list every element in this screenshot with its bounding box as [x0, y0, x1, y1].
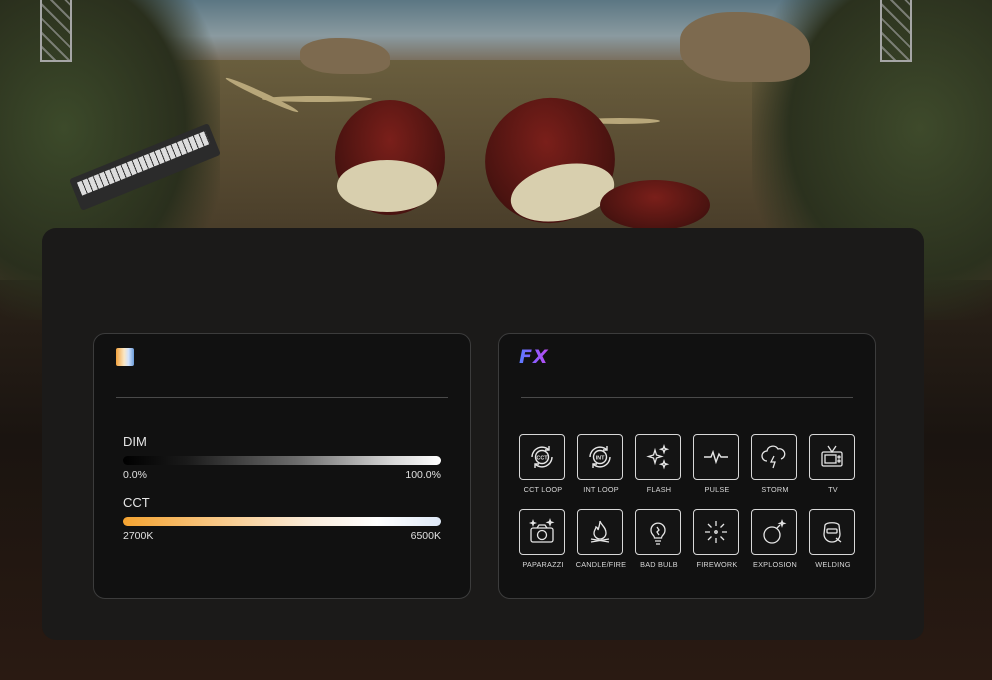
fx-bad-bulb-button[interactable]	[635, 509, 681, 555]
int-loop-icon: INT	[589, 446, 611, 468]
cct-max-value: 6500K	[410, 530, 441, 542]
fx-title: FX	[519, 346, 549, 368]
fx-paparazzi[interactable]: PAPARAZZI	[519, 509, 567, 569]
dim-slider[interactable]	[123, 456, 441, 465]
fx-card: FX CCT CCT LOOP INT INT LOOP FLASH PULSE…	[498, 333, 876, 599]
fx-firework-button[interactable]	[693, 509, 739, 555]
fx-int-loop-button[interactable]: INT	[577, 434, 623, 480]
fx-paparazzi-button[interactable]	[519, 509, 565, 555]
fx-divider	[521, 397, 853, 398]
welding-icon	[823, 522, 842, 543]
fx-storm-button[interactable]	[751, 434, 797, 480]
fire-icon	[590, 520, 610, 543]
fx-explosion[interactable]: EXPLOSION	[751, 509, 799, 569]
fx-pulse-button[interactable]	[693, 434, 739, 480]
storm-icon	[761, 445, 786, 469]
tv-icon	[821, 445, 843, 467]
pulse-icon	[704, 449, 728, 465]
cct-gradient-icon	[116, 348, 134, 366]
fx-pulse-label: PULSE	[704, 485, 730, 494]
fx-firework[interactable]: FIREWORK	[693, 509, 741, 569]
fx-tv-label: TV	[828, 485, 838, 494]
fx-welding-button[interactable]	[809, 509, 855, 555]
cct-divider	[116, 397, 448, 398]
fx-bad-bulb-label: BAD BULB	[640, 560, 678, 569]
fx-flash-button[interactable]	[635, 434, 681, 480]
fx-welding-label: WELDING	[815, 560, 851, 569]
fx-pulse[interactable]: PULSE	[693, 434, 741, 494]
fx-tv-button[interactable]	[809, 434, 855, 480]
fx-paparazzi-label: PAPARAZZI	[522, 560, 564, 569]
fx-cct-loop-button[interactable]: CCT	[519, 434, 565, 480]
fx-storm-label: STORM	[761, 485, 789, 494]
cct-label: CCT	[123, 495, 150, 510]
fx-storm[interactable]: STORM	[751, 434, 799, 494]
control-panel: DIM 0.0% 100.0% CCT 2700K 6500K FX CCT C…	[42, 228, 924, 640]
cct-slider[interactable]	[123, 517, 441, 526]
fx-flash[interactable]: FLASH	[635, 434, 683, 494]
fx-candle-fire-button[interactable]	[577, 509, 623, 555]
svg-text:CCT: CCT	[536, 455, 548, 461]
fx-explosion-button[interactable]	[751, 509, 797, 555]
fx-bad-bulb[interactable]: BAD BULB	[635, 509, 683, 569]
fx-int-loop-label: INT LOOP	[583, 485, 619, 494]
fx-cct-loop[interactable]: CCT CCT LOOP	[519, 434, 567, 494]
dim-label: DIM	[123, 434, 147, 449]
firework-icon	[705, 521, 727, 543]
fx-candle-fire[interactable]: CANDLE/FIRE	[576, 509, 626, 569]
svg-text:INT: INT	[596, 455, 606, 461]
cct-min-value: 2700K	[123, 530, 154, 542]
fx-explosion-label: EXPLOSION	[753, 560, 797, 569]
fx-tv[interactable]: TV	[809, 434, 857, 494]
cct-card: DIM 0.0% 100.0% CCT 2700K 6500K	[93, 333, 471, 599]
dim-min-value: 0.0%	[123, 469, 147, 481]
dim-max-value: 100.0%	[405, 469, 441, 481]
fx-firework-label: FIREWORK	[696, 560, 738, 569]
sparkle-icon	[646, 443, 670, 470]
camera-icon	[528, 517, 555, 543]
bomb-icon	[763, 518, 787, 544]
bulb-icon	[650, 522, 666, 545]
fx-candle-fire-label: CANDLE/FIRE	[575, 560, 627, 569]
fx-cct-loop-label: CCT LOOP	[523, 485, 563, 494]
fx-welding[interactable]: WELDING	[809, 509, 857, 569]
fx-flash-label: FLASH	[646, 485, 672, 494]
cct-loop-icon: CCT	[531, 446, 553, 468]
fx-int-loop[interactable]: INT INT LOOP	[577, 434, 625, 494]
